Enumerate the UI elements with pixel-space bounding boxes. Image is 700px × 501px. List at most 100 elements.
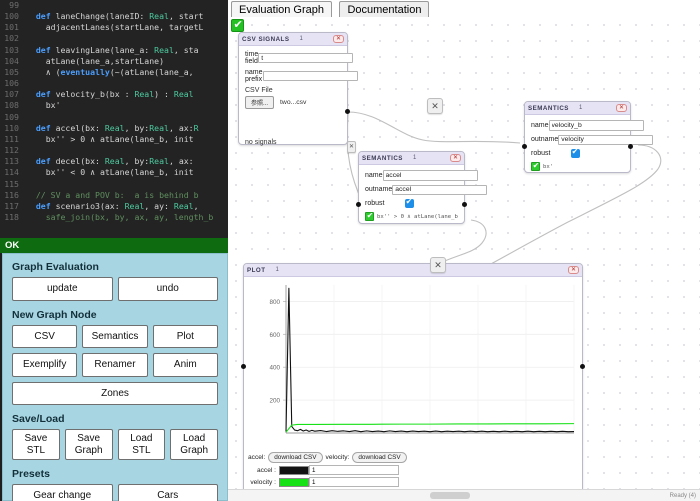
code-line-text: adjacentLanes(startLane, targetL [26, 22, 203, 33]
csv-name-prefix-label: name prefix [245, 69, 263, 83]
code-line-number: 102 [0, 33, 26, 44]
graph-ok-check-icon [231, 19, 244, 32]
preset-cars-button[interactable]: Cars [118, 484, 219, 501]
semantics-velocity-robust-checkbox[interactable] [571, 149, 580, 158]
node-csv-signals-close-icon[interactable]: ✕ [333, 35, 344, 44]
new-node-zones-button[interactable]: Zones [12, 382, 218, 406]
node-plot[interactable]: PLOT 1 ✕ 200400600800 accel: download CS… [243, 263, 583, 495]
node-plot-close-icon[interactable]: ✕ [568, 266, 579, 275]
status-line-text: Ready (4) [670, 493, 696, 499]
load-graph-line2: Graph [180, 445, 208, 456]
node-semantics-velocity-header[interactable]: SEMANTICS 1 ✕ [525, 102, 630, 115]
node-plot-header[interactable]: PLOT 1 ✕ [244, 264, 582, 277]
load-graph-button[interactable]: Load Graph [170, 429, 218, 460]
semantics-velocity-output-port[interactable] [628, 144, 633, 149]
node-semantics-velocity-count: 1 [576, 104, 585, 112]
code-line: 118 safe_join(bx, by, ax, ay, length_b [0, 212, 228, 223]
plot-input-port[interactable] [241, 364, 246, 369]
save-graph-button[interactable]: Save Graph [65, 429, 113, 460]
node-semantics-velocity[interactable]: SEMANTICS 1 ✕ name outname robust [524, 101, 631, 173]
csv-name-prefix-input[interactable] [263, 71, 358, 82]
node-semantics-accel-close-icon[interactable]: ✕ [450, 154, 461, 163]
plot-accel-download-button[interactable]: download CSV [268, 452, 322, 463]
edge-delete-button-2[interactable]: ✕ [347, 141, 356, 153]
code-line-number: 109 [0, 112, 26, 123]
graph-canvas[interactable]: ✕ ✕ ✕ CSV SIGNALS 1 ✕ time field name pr… [228, 17, 700, 501]
code-line-text: // SV a and POV b: a is behind b [26, 190, 199, 201]
node-csv-signals[interactable]: CSV SIGNALS 1 ✕ time field name prefix C… [238, 32, 348, 145]
semantics-velocity-input-port[interactable] [522, 144, 527, 149]
code-line-number: 117 [0, 201, 26, 212]
csv-file-label: CSV File [245, 87, 342, 94]
undo-button[interactable]: undo [118, 277, 219, 301]
plot-legend-velocity-input[interactable] [309, 477, 399, 487]
plot-legend-velocity-swatch[interactable] [279, 478, 309, 487]
node-csv-signals-header[interactable]: CSV SIGNALS 1 ✕ [239, 33, 347, 46]
semantics-accel-robust-row: robust [365, 199, 459, 208]
new-node-row-2: Exemplify Renamer Anim [12, 353, 218, 377]
update-button[interactable]: update [12, 277, 113, 301]
svg-text:800: 800 [269, 299, 280, 306]
plot-output-port[interactable] [580, 364, 585, 369]
edge-csv-to-semantics-velocity [348, 112, 520, 143]
semantics-accel-outname-row: outname [365, 185, 459, 196]
node-semantics-accel-header[interactable]: SEMANTICS 1 ✕ [359, 152, 464, 165]
plot-controls: accel: download CSV velocity: download C… [244, 449, 582, 491]
csv-browse-button[interactable]: 参照... [245, 96, 274, 109]
plot-legend-accel-swatch[interactable] [279, 466, 309, 475]
csv-file-name: two...csv [280, 99, 306, 106]
semantics-accel-name-row: name [365, 170, 459, 181]
preset-gear-change-button[interactable]: Gear change [12, 484, 113, 501]
load-stl-button[interactable]: Load STL [118, 429, 166, 460]
semantics-accel-input-port[interactable] [356, 202, 361, 207]
horizontal-scrollbar[interactable] [430, 492, 470, 499]
svg-text:600: 600 [269, 332, 280, 339]
plot-legend-accel-input[interactable] [309, 465, 399, 475]
edge-delete-button-1[interactable]: ✕ [427, 98, 443, 114]
semantics-accel-name-input[interactable] [383, 170, 478, 181]
code-line-number: 114 [0, 167, 26, 178]
app-root: 99100 def laneChange(laneID: Real, start… [0, 0, 700, 501]
semantics-accel-valid-icon [365, 212, 374, 221]
semantics-velocity-name-input[interactable] [549, 120, 644, 131]
csv-time-field-row: time field [245, 51, 342, 65]
new-node-semantics-button[interactable]: Semantics [82, 325, 147, 349]
code-line-text: def laneChange(laneID: Real, start [26, 11, 203, 22]
save-stl-button[interactable]: Save STL [12, 429, 60, 460]
csv-time-field-input[interactable] [258, 53, 353, 64]
plot-velocity-download-button[interactable]: download CSV [352, 452, 406, 463]
new-node-renamer-button[interactable]: Renamer [82, 353, 147, 377]
new-node-exemplify-button[interactable]: Exemplify [12, 353, 77, 377]
status-bar: OK [0, 238, 228, 253]
new-node-row-1: CSV Semantics Plot [12, 325, 218, 349]
csv-output-port[interactable] [345, 109, 350, 114]
new-node-anim-button[interactable]: Anim [153, 353, 218, 377]
edge-delete-button-3[interactable]: ✕ [430, 257, 446, 273]
code-line: 107 def velocity_b(bx : Real) : Real [0, 89, 228, 100]
code-line-number: 99 [0, 0, 26, 11]
load-stl-line2: STL [132, 445, 150, 456]
code-line: 116 // SV a and POV b: a is behind b [0, 190, 228, 201]
plot-svg: 200400600800 [244, 277, 582, 447]
new-node-plot-button[interactable]: Plot [153, 325, 218, 349]
left-column: 99100 def laneChange(laneID: Real, start… [0, 0, 228, 501]
code-line: 115 [0, 179, 228, 190]
code-editor[interactable]: 99100 def laneChange(laneID: Real, start… [0, 0, 228, 238]
save-graph-line2: Graph [75, 445, 103, 456]
semantics-velocity-formula: bx' [543, 164, 553, 170]
code-line-number: 107 [0, 89, 26, 100]
new-node-csv-button[interactable]: CSV [12, 325, 77, 349]
node-semantics-velocity-close-icon[interactable]: ✕ [616, 104, 627, 113]
code-line: 108 bx' [0, 100, 228, 111]
code-line-text: def accel(bx: Real, by:Real, ax:R [26, 123, 199, 134]
code-line-number: 118 [0, 212, 26, 223]
semantics-velocity-robust-label: robust [531, 150, 571, 157]
code-line-text: bx'' > 0 ∧ atLane(lane_b, init [26, 134, 194, 145]
semantics-accel-robust-checkbox[interactable] [405, 199, 414, 208]
code-line: 111 bx'' > 0 ∧ atLane(lane_b, init [0, 134, 228, 145]
node-semantics-accel[interactable]: SEMANTICS 1 ✕ name outname robust [358, 151, 465, 224]
semantics-accel-outname-input[interactable] [392, 185, 487, 196]
semantics-velocity-valid-icon [531, 162, 540, 171]
semantics-accel-output-port[interactable] [462, 202, 467, 207]
semantics-velocity-outname-input[interactable] [558, 135, 653, 146]
